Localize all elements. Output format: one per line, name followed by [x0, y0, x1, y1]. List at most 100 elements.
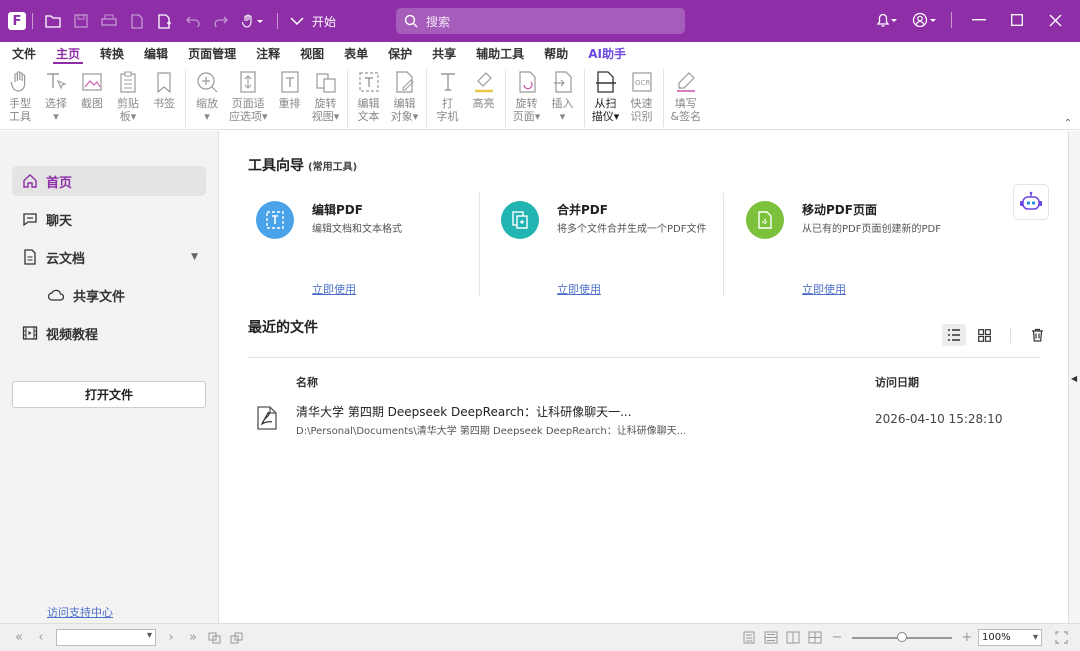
ribbon-button-scanner[interactable]: 从扫 描仪▾: [588, 66, 624, 123]
last-page-icon[interactable]: »: [182, 628, 204, 648]
delete-trash-icon[interactable]: [1025, 324, 1049, 346]
menu-item-1[interactable]: 主页: [53, 42, 84, 66]
first-page-icon[interactable]: «: [8, 628, 30, 648]
fullscreen-icon[interactable]: [1050, 628, 1072, 648]
sidebar-item-shared-files[interactable]: 共享文件: [12, 280, 206, 310]
use-now-link[interactable]: 立即使用: [802, 281, 846, 297]
ribbon-button-screenshot[interactable]: 截图: [74, 66, 110, 110]
ribbon-button-clipboard[interactable]: 剪贴 板▾: [110, 66, 146, 123]
file-access-date: 2026-04-10 15:28:10: [875, 412, 1003, 426]
ribbon-label: 板▾: [119, 110, 137, 123]
notification-bell-icon[interactable]: [869, 6, 903, 34]
redo-icon[interactable]: [207, 7, 235, 35]
ribbon-label: 填写: [674, 97, 697, 110]
tool-card-merge-pdf[interactable]: 合并PDF 将多个文件合并生成一个PDF文件 立即使用: [493, 191, 723, 301]
ribbon-button-hand[interactable]: 手型 工具: [2, 66, 38, 123]
ribbon-toolbar: 手型 工具 选择 ▾ 截图 剪贴 板▾ 书签 缩放 ▾ 页面适 应选项▾ 重排 旋转 视图▾ 编辑 文本 编辑 对象…: [0, 66, 1080, 130]
divider: [185, 69, 186, 127]
next-view-icon[interactable]: [226, 628, 248, 648]
start-menu[interactable]: 开始: [290, 13, 336, 30]
ribbon-label: 书签: [153, 97, 175, 110]
menu-item-6[interactable]: 视图: [300, 42, 324, 66]
menu-item-11[interactable]: 帮助: [544, 42, 568, 66]
ribbon-button-typewriter[interactable]: 打字机: [430, 66, 466, 123]
menu-item-2[interactable]: 转换: [100, 42, 124, 66]
menu-item-8[interactable]: 保护: [388, 42, 412, 66]
zoom-icon: [195, 70, 219, 94]
menu-item-3[interactable]: 编辑: [144, 42, 168, 66]
search-input[interactable]: 搜索: [396, 8, 685, 34]
open-file-button[interactable]: 打开文件: [12, 381, 206, 408]
sidebar-item-video-tutorials[interactable]: 视频教程: [12, 318, 206, 348]
menu-item-10[interactable]: 辅助工具: [476, 42, 524, 66]
undo-icon[interactable]: [179, 7, 207, 35]
zoom-slider[interactable]: [852, 631, 952, 642]
zoom-level-select[interactable]: 100%: [978, 629, 1042, 646]
tool-card-move-pages[interactable]: 移动PDF页面 从已有的PDF页面创建新的PDF 立即使用: [738, 191, 968, 301]
ribbon-button-edit-text[interactable]: 编辑 文本: [351, 66, 387, 123]
ribbon-button-rotate-page[interactable]: 旋转 页面▾: [509, 66, 545, 123]
zoom-slider-handle[interactable]: [897, 631, 907, 642]
right-panel-toggle[interactable]: ◀: [1068, 131, 1080, 623]
continuous-view-icon[interactable]: [760, 628, 782, 648]
minimize-icon[interactable]: [962, 6, 996, 34]
main-content: 工具向导 (常用工具) 编辑PDF 编辑文档和文本格式 立即使用 合并PDF 将多…: [220, 131, 1068, 623]
zoom-in-icon[interactable]: +: [956, 628, 978, 648]
grid-view-icon[interactable]: [972, 324, 996, 346]
maximize-icon[interactable]: [1000, 6, 1034, 34]
sidebar-item-cloud-docs[interactable]: 云文档 ▼: [12, 242, 206, 272]
open-folder-icon[interactable]: [39, 7, 67, 35]
list-view-icon[interactable]: [942, 324, 966, 346]
ribbon-button-zoom[interactable]: 缩放 ▾: [189, 66, 225, 123]
page-number-input[interactable]: [56, 629, 156, 646]
single-page-view-icon[interactable]: [738, 628, 760, 648]
continuous-facing-view-icon[interactable]: [804, 628, 826, 648]
menu-item-5[interactable]: 注释: [256, 42, 280, 66]
sidebar-item-home[interactable]: 首页: [12, 166, 206, 196]
ai-assistant-robot-icon[interactable]: [1013, 184, 1049, 220]
collapse-ribbon-icon[interactable]: ⌃: [1064, 118, 1072, 129]
menu-item-0[interactable]: 文件: [12, 42, 36, 66]
menu-item-12[interactable]: AI助手: [588, 42, 626, 66]
previous-page-icon[interactable]: ‹: [30, 628, 52, 648]
rotate-view-icon: [314, 70, 338, 94]
tools-subtitle: (常用工具): [308, 162, 358, 173]
use-now-link[interactable]: 立即使用: [312, 281, 356, 297]
new-document-icon[interactable]: [151, 7, 179, 35]
ribbon-button-insert[interactable]: 插入 ▾: [545, 66, 581, 123]
ribbon-button-fill-sign[interactable]: 填写 &签名: [667, 66, 706, 123]
ribbon-button-reflow[interactable]: 重排: [272, 66, 308, 110]
tool-title: 移动PDF页面: [802, 203, 877, 217]
start-label: 开始: [312, 14, 337, 29]
print-icon[interactable]: [95, 7, 123, 35]
recent-files-title: 最近的文件: [248, 320, 318, 336]
column-header-date[interactable]: 访问日期: [875, 374, 919, 390]
ribbon-button-rotate-view[interactable]: 旋转 视图▾: [308, 66, 344, 123]
ribbon-button-edit-object[interactable]: 编辑 对象▾: [387, 66, 423, 123]
account-icon[interactable]: [907, 6, 941, 34]
document-icon[interactable]: [123, 7, 151, 35]
ribbon-button-fit-page[interactable]: 页面适 应选项▾: [225, 66, 272, 123]
ribbon-button-bookmark[interactable]: 书签: [146, 66, 182, 110]
close-icon[interactable]: [1038, 6, 1072, 34]
ribbon-button-select[interactable]: 选择 ▾: [38, 66, 74, 123]
sidebar-item-chat[interactable]: 聊天: [12, 204, 206, 234]
typewriter-icon: [436, 70, 460, 94]
menu-item-4[interactable]: 页面管理: [188, 42, 236, 66]
next-page-icon[interactable]: ›: [160, 628, 182, 648]
menu-item-7[interactable]: 表单: [344, 42, 368, 66]
save-icon[interactable]: [67, 7, 95, 35]
zoom-out-icon[interactable]: −: [826, 628, 848, 648]
menu-item-9[interactable]: 共享: [432, 42, 456, 66]
expand-caret-icon[interactable]: ▼: [191, 252, 198, 262]
use-now-link[interactable]: 立即使用: [557, 281, 601, 297]
hand-tool-dropdown-icon[interactable]: [235, 7, 271, 35]
ribbon-button-highlight[interactable]: 高亮: [466, 66, 502, 110]
app-window: F 开始 搜索 文件 主页 转换 编辑 页面管理 注释 视图 表单 保护 共享 …: [0, 0, 1080, 651]
support-center-link[interactable]: 访问支持中心: [47, 604, 113, 620]
tool-card-edit-pdf[interactable]: 编辑PDF 编辑文档和文本格式 立即使用: [248, 191, 478, 301]
facing-view-icon[interactable]: [782, 628, 804, 648]
previous-view-icon[interactable]: [204, 628, 226, 648]
column-header-name[interactable]: 名称: [296, 374, 318, 390]
ribbon-button-ocr[interactable]: OCR 快速 识别: [624, 66, 660, 123]
